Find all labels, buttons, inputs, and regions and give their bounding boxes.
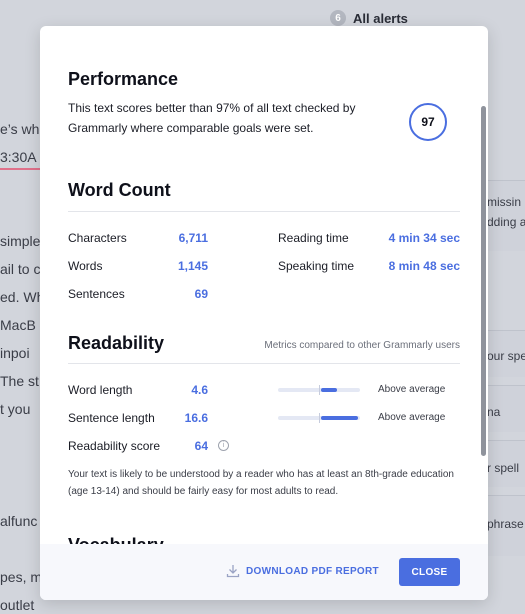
- word-length-value: 4.6: [191, 383, 208, 397]
- readability-score-label: Readability score: [68, 439, 161, 453]
- reading-time-value: 4 min 34 sec: [388, 231, 460, 245]
- sentences-label: Sentences: [68, 287, 125, 301]
- all-alerts-label: All alerts: [353, 10, 408, 26]
- section-divider: [68, 211, 460, 212]
- readability-note: Metrics compared to other Grammarly user…: [264, 340, 460, 351]
- bg-text-line: 3:30A: [0, 149, 37, 165]
- sentence-length-comparison: Above average: [378, 412, 446, 423]
- bg-text-line: MacB: [0, 317, 36, 333]
- sentence-length-bar: [278, 413, 360, 423]
- characters-value: 6,711: [178, 231, 208, 245]
- bg-text-line: ail to c: [0, 261, 41, 277]
- bar-average-marker: [319, 413, 320, 423]
- bg-text-line: alfunc: [0, 513, 38, 529]
- download-label: DOWNLOAD PDF REPORT: [246, 565, 379, 577]
- readability-score-value: 64: [194, 439, 208, 453]
- bg-suggestion-text: r spell: [487, 461, 520, 475]
- bg-text-line: ed. Wh: [0, 289, 45, 305]
- reading-time-label: Reading time: [278, 231, 349, 245]
- performance-score-circle: 97: [409, 103, 447, 141]
- bg-text-line: The st: [0, 373, 39, 389]
- bg-text-line: simple: [0, 233, 41, 249]
- sentences-value: 69: [194, 287, 208, 301]
- performance-text: This text scores better than 97% of all …: [68, 101, 356, 135]
- speaking-time-value: 8 min 48 sec: [388, 259, 460, 273]
- bg-suggestion-text: phrase: [487, 517, 524, 531]
- word-length-bar-fill: [320, 388, 338, 392]
- sentence-length-bar-fill: [320, 416, 358, 420]
- alerts-count-badge: 6: [330, 10, 346, 26]
- speaking-time-label: Speaking time: [278, 259, 355, 273]
- bg-suggestion-text: dding a: [487, 215, 525, 229]
- modal-footer: DOWNLOAD PDF REPORT CLOSE: [40, 544, 488, 600]
- bg-text-line: e’s wh: [0, 121, 40, 137]
- word-length-comparison: Above average: [378, 384, 446, 395]
- performance-heading: Performance: [68, 69, 179, 89]
- modal-scrollbar-thumb[interactable]: [481, 106, 486, 456]
- words-value: 1,145: [177, 259, 208, 273]
- bar-average-marker: [319, 385, 320, 395]
- bg-suggestion-text: missin: [487, 195, 522, 209]
- bg-text-line: t you: [0, 401, 31, 417]
- bg-suggestion-text: our spe: [487, 349, 525, 363]
- all-alerts-link[interactable]: 6 All alerts: [330, 10, 408, 26]
- bg-text-line: outlet: [0, 597, 35, 613]
- download-icon: [226, 564, 240, 578]
- close-button[interactable]: CLOSE: [399, 558, 460, 586]
- sentence-length-value: 16.6: [184, 411, 208, 425]
- bg-text-line: pes, m: [0, 569, 43, 585]
- word-length-bar: [278, 385, 360, 395]
- performance-modal: Performance This text scores better than…: [40, 26, 488, 600]
- readability-heading: Readability: [68, 333, 165, 353]
- word-length-label: Word length: [68, 383, 133, 397]
- characters-label: Characters: [68, 231, 127, 245]
- section-divider: [68, 363, 460, 364]
- readability-description: Your text is likely to be understood by …: [68, 469, 454, 497]
- info-icon[interactable]: i: [218, 440, 229, 451]
- word-count-heading: Word Count: [68, 180, 171, 200]
- words-label: Words: [68, 259, 103, 273]
- bg-text-line: inpoi: [0, 345, 30, 361]
- sentence-length-label: Sentence length: [68, 411, 155, 425]
- bg-suggestion-text: na: [487, 405, 501, 419]
- download-pdf-report-button[interactable]: DOWNLOAD PDF REPORT: [226, 564, 379, 578]
- grammar-underline: [0, 168, 42, 170]
